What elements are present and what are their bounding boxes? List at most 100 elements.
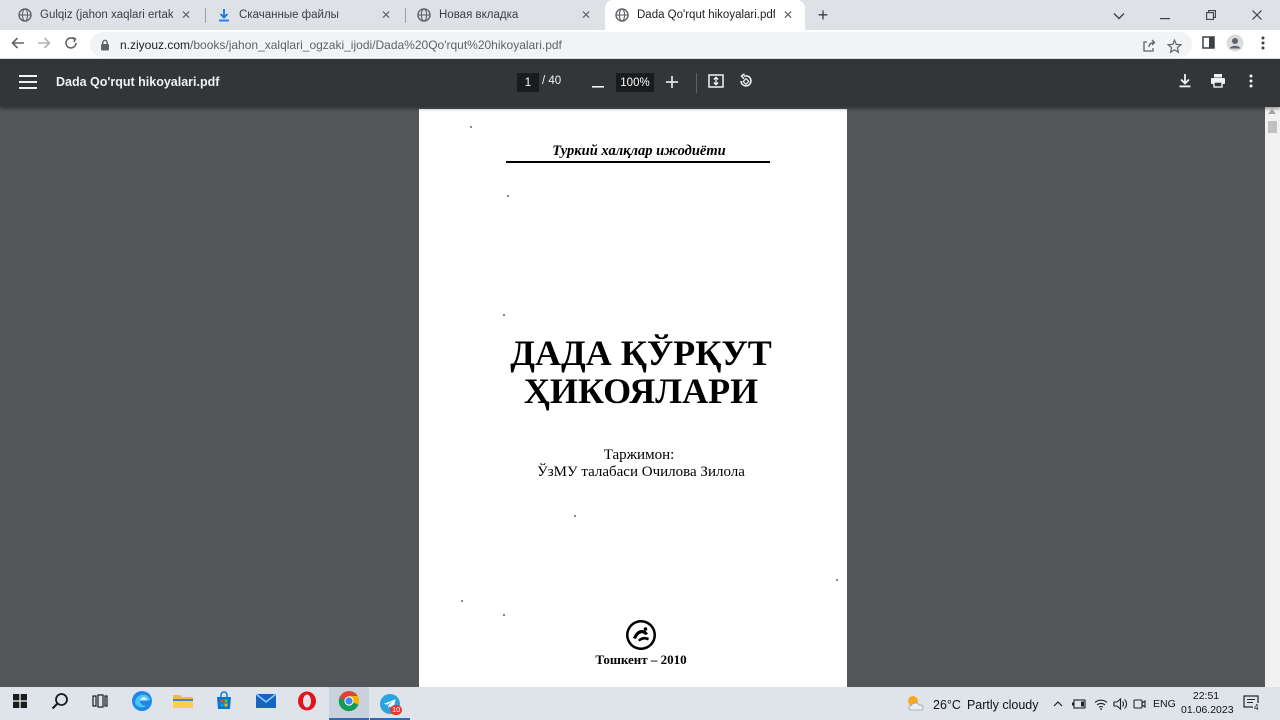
page-total: / 40 [542,75,562,87]
taskbar-microsoft-store[interactable] [204,687,244,720]
bookmark-star-icon[interactable] [1165,38,1183,54]
globe-icon [615,8,629,22]
tab-search-button[interactable] [1096,0,1142,30]
taskbar-file-explorer[interactable] [163,687,203,720]
start-button[interactable] [0,687,40,720]
page-number-input[interactable]: 1 [517,73,539,92]
tab-title: Новая вкладка [439,9,519,21]
pdf-file-title: Dada Qo'rqut hikoyalari.pdf [56,75,220,89]
task-view-button[interactable] [80,687,120,720]
zoom-in-button[interactable] [662,71,682,93]
meet-now-icon[interactable] [1131,696,1147,712]
close-icon[interactable]: ✕ [379,8,393,22]
scan-speck [470,126,472,128]
taskbar-chrome[interactable] [329,687,369,720]
taskbar-telegram[interactable]: 10 [370,687,410,720]
close-icon[interactable]: ✕ [179,8,193,22]
minimize-icon [1160,8,1170,23]
pdf-toolbar: Dada Qo'rqut hikoyalari.pdf 1 / 40 100% [0,59,1280,107]
clock-date: 01.06.2023 [1181,704,1234,716]
lock-icon [100,39,112,51]
tab-new-tab[interactable]: Новая вкладка ✕ [407,0,603,30]
tab-strip: Gulqiz (jahon xaqlari ertaklari).pd ✕ Ск… [0,0,1280,30]
tab-downloads[interactable]: Скачанные файлы ✕ [207,0,403,30]
chevron-down-icon [1113,8,1125,23]
scrollbar-thumb[interactable] [1268,121,1277,133]
search-button[interactable] [40,687,80,720]
chrome-icon [338,690,360,717]
scan-speck [503,614,505,616]
wifi-icon[interactable] [1093,696,1109,712]
tab-gulqiz[interactable]: Gulqiz (jahon xaqlari ertaklari).pd ✕ [8,0,203,30]
folder-icon [172,692,194,715]
pdf-more-button[interactable] [1241,73,1261,93]
new-tab-button[interactable]: + [812,4,834,26]
weather-widget[interactable]: 26°C Partly cloudy [905,694,1039,715]
fit-page-icon [708,73,724,93]
scroll-up-icon[interactable] [1268,109,1276,114]
tab-separator [405,8,406,23]
taskbar-mail[interactable] [246,687,286,720]
scan-speck [461,600,463,602]
zoom-input[interactable]: 100% [616,73,654,92]
book-title: ДАДА ҚЎРҚУТ ҲИКОЯЛАРИ [419,334,863,410]
restore-button[interactable] [1188,0,1234,30]
tab-dada-qorqut[interactable]: Dada Qo'rqut hikoyalari.pdf ✕ [605,0,805,30]
restore-icon [1206,8,1216,23]
url-text: n.ziyouz.com/books/jahon_xalqlari_ogzaki… [120,38,562,52]
hamburger-menu-icon[interactable] [19,75,37,91]
edge-icon [131,690,153,717]
weather-temperature: 26°C [933,697,961,712]
input-language[interactable]: ENG [1153,698,1176,710]
rotate-icon [738,72,754,94]
side-panel-button[interactable] [1195,32,1221,58]
close-icon[interactable]: ✕ [579,8,593,22]
side-panel-icon [1201,36,1215,54]
chevron-up-icon[interactable] [1050,696,1066,712]
reload-button[interactable] [58,32,84,58]
arrow-left-icon [11,36,25,55]
plus-icon [666,72,678,93]
minimize-button[interactable] [1142,0,1188,30]
fit-to-page-button[interactable] [706,73,726,93]
close-icon[interactable]: ✕ [781,8,795,22]
scan-speck [836,579,838,581]
close-window-button[interactable] [1234,0,1280,30]
print-button[interactable] [1208,73,1228,93]
clock-time: 22:51 [1192,690,1220,702]
notification-count: 4 [1253,703,1260,712]
volume-icon[interactable] [1112,696,1128,712]
publisher-logo-icon [625,619,657,651]
battery-icon[interactable] [1071,696,1087,712]
task-view-icon [92,694,108,713]
rotate-button[interactable] [736,72,756,94]
tab-title: Dada Qo'rqut hikoyalari.pdf [637,9,775,21]
avatar-icon [1226,34,1244,57]
forward-button[interactable] [31,32,57,58]
system-clock[interactable]: 22:51 01.06.2023 [1181,689,1234,717]
imprint-text: Тошкент – 2010 [595,652,687,667]
opera-icon [297,691,317,716]
share-icon[interactable] [1140,38,1158,54]
browser-menu-button[interactable] [1250,32,1276,58]
vertical-scrollbar[interactable] [1265,107,1280,687]
profile-button[interactable] [1222,32,1248,58]
book-title-line2: ҲИКОЯЛАРИ [523,371,759,411]
more-vertical-icon [1261,36,1265,55]
download-button[interactable] [1175,73,1195,93]
address-bar[interactable]: n.ziyouz.com/books/jahon_xalqlari_ogzaki… [90,32,1192,57]
telegram-badge: 10 [390,705,403,715]
taskbar-opera[interactable] [287,687,327,720]
notification-center-icon[interactable]: 4 [1243,695,1263,713]
zoom-out-button[interactable] [588,71,608,93]
weather-condition: Partly cloudy [966,697,1039,712]
book-title-line1: ДАДА ҚЎРҚУТ [510,333,772,373]
windows-taskbar: 10 26°C Partly cloudy ENG 22:51 01.06.20… [0,687,1280,720]
back-button[interactable] [5,32,31,58]
pdf-viewer-area[interactable]: Туркий халқлар ижодиёти ДАДА ҚЎРҚУТ ҲИКО… [0,107,1280,687]
printer-icon [1210,73,1226,93]
taskbar-edge[interactable] [122,687,162,720]
scan-speck [507,195,509,197]
url-path: /books/jahon_xalqlari_ogzaki_ijodi/Dada%… [190,37,562,52]
tab-title: Скачанные файлы [239,9,339,21]
